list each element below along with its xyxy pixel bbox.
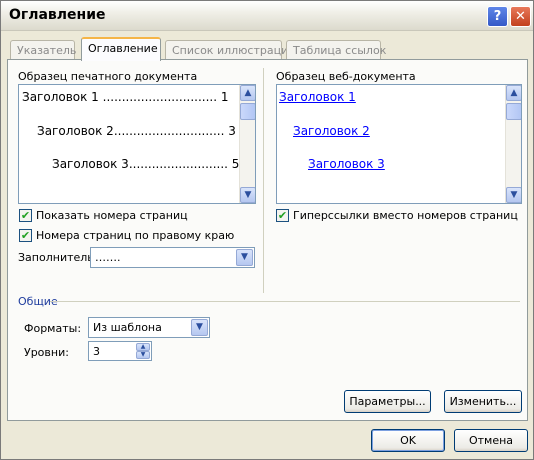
print-line-1: Заголовок 1 ............................…	[22, 90, 229, 104]
formats-select[interactable]: Из шаблона ▼	[88, 317, 210, 338]
levels-spinner[interactable]: 3 ▲ ▼	[88, 341, 152, 361]
tab-index[interactable]: Указатель	[10, 40, 76, 60]
web-scrollbar[interactable]: ▲ ▼	[505, 85, 521, 203]
chevron-down-icon[interactable]: ▼	[191, 319, 208, 336]
formats-value: Из шаблона	[93, 321, 162, 334]
right-align-checkbox[interactable]: ✔	[19, 229, 32, 242]
scroll-down-icon[interactable]: ▼	[240, 187, 255, 203]
print-scrollbar[interactable]: ▲ ▼	[239, 85, 255, 203]
spin-up-icon[interactable]: ▲	[136, 343, 150, 351]
tab-authorities[interactable]: Таблица ссылок	[286, 40, 386, 60]
tab-panel: Образец печатного документа Заголовок 1 …	[7, 59, 528, 421]
scroll-up-icon[interactable]: ▲	[240, 85, 255, 101]
dialog-title: Оглавление	[9, 7, 106, 23]
ok-button[interactable]: OK	[371, 429, 445, 452]
hyperlinks-checkbox[interactable]: ✔	[276, 209, 289, 222]
cancel-button[interactable]: Отмена	[454, 429, 528, 452]
scroll-down-icon[interactable]: ▼	[506, 187, 521, 203]
print-line-2: Заголовок 2.............................…	[37, 124, 236, 138]
filler-select[interactable]: ……. ▼	[90, 247, 255, 268]
parameters-button[interactable]: Параметры...	[344, 390, 431, 413]
spin-down-icon[interactable]: ▼	[136, 351, 150, 359]
chevron-down-icon[interactable]: ▼	[236, 249, 253, 266]
general-divider	[50, 301, 520, 302]
filler-value: …….	[95, 251, 121, 264]
web-link-3[interactable]: Заголовок 3	[308, 157, 385, 171]
hyperlinks-label: Гиперссылки вместо номеров страниц	[293, 209, 518, 222]
scroll-thumb[interactable]	[506, 103, 521, 120]
web-link-1[interactable]: Заголовок 1	[279, 90, 356, 104]
levels-value: 3	[93, 345, 100, 358]
formats-label: Форматы:	[24, 322, 82, 335]
help-button[interactable]: ?	[487, 6, 508, 27]
close-button[interactable]: ✕	[510, 6, 531, 27]
vertical-divider	[263, 68, 264, 293]
scroll-up-icon[interactable]: ▲	[506, 85, 521, 101]
show-page-numbers-label: Показать номера страниц	[36, 209, 188, 222]
right-align-label: Номера страниц по правому краю	[36, 229, 235, 242]
show-page-numbers-checkbox[interactable]: ✔	[19, 209, 32, 222]
print-line-3: Заголовок 3.......................... 5	[52, 157, 240, 171]
web-preview-box: Заголовок 1 Заголовок 2 Заголовок 3 ▲ ▼	[276, 84, 522, 204]
tab-figures[interactable]: Список иллюстраций	[165, 40, 295, 60]
web-link-2[interactable]: Заголовок 2	[293, 124, 370, 138]
filler-label: Заполнитель:	[18, 251, 98, 264]
print-preview-label: Образец печатного документа	[18, 70, 198, 83]
modify-button[interactable]: Изменить...	[444, 390, 522, 413]
web-preview-label: Образец веб-документа	[276, 70, 416, 83]
tab-contents[interactable]: Оглавление	[81, 37, 161, 61]
print-preview-box: Заголовок 1 ............................…	[18, 84, 256, 204]
levels-label: Уровни:	[24, 346, 69, 359]
dialog-window: Оглавление ? ✕ Указатель Оглавление Спис…	[0, 0, 534, 460]
title-bar: Оглавление ? ✕	[1, 1, 533, 31]
scroll-thumb[interactable]	[240, 103, 255, 120]
